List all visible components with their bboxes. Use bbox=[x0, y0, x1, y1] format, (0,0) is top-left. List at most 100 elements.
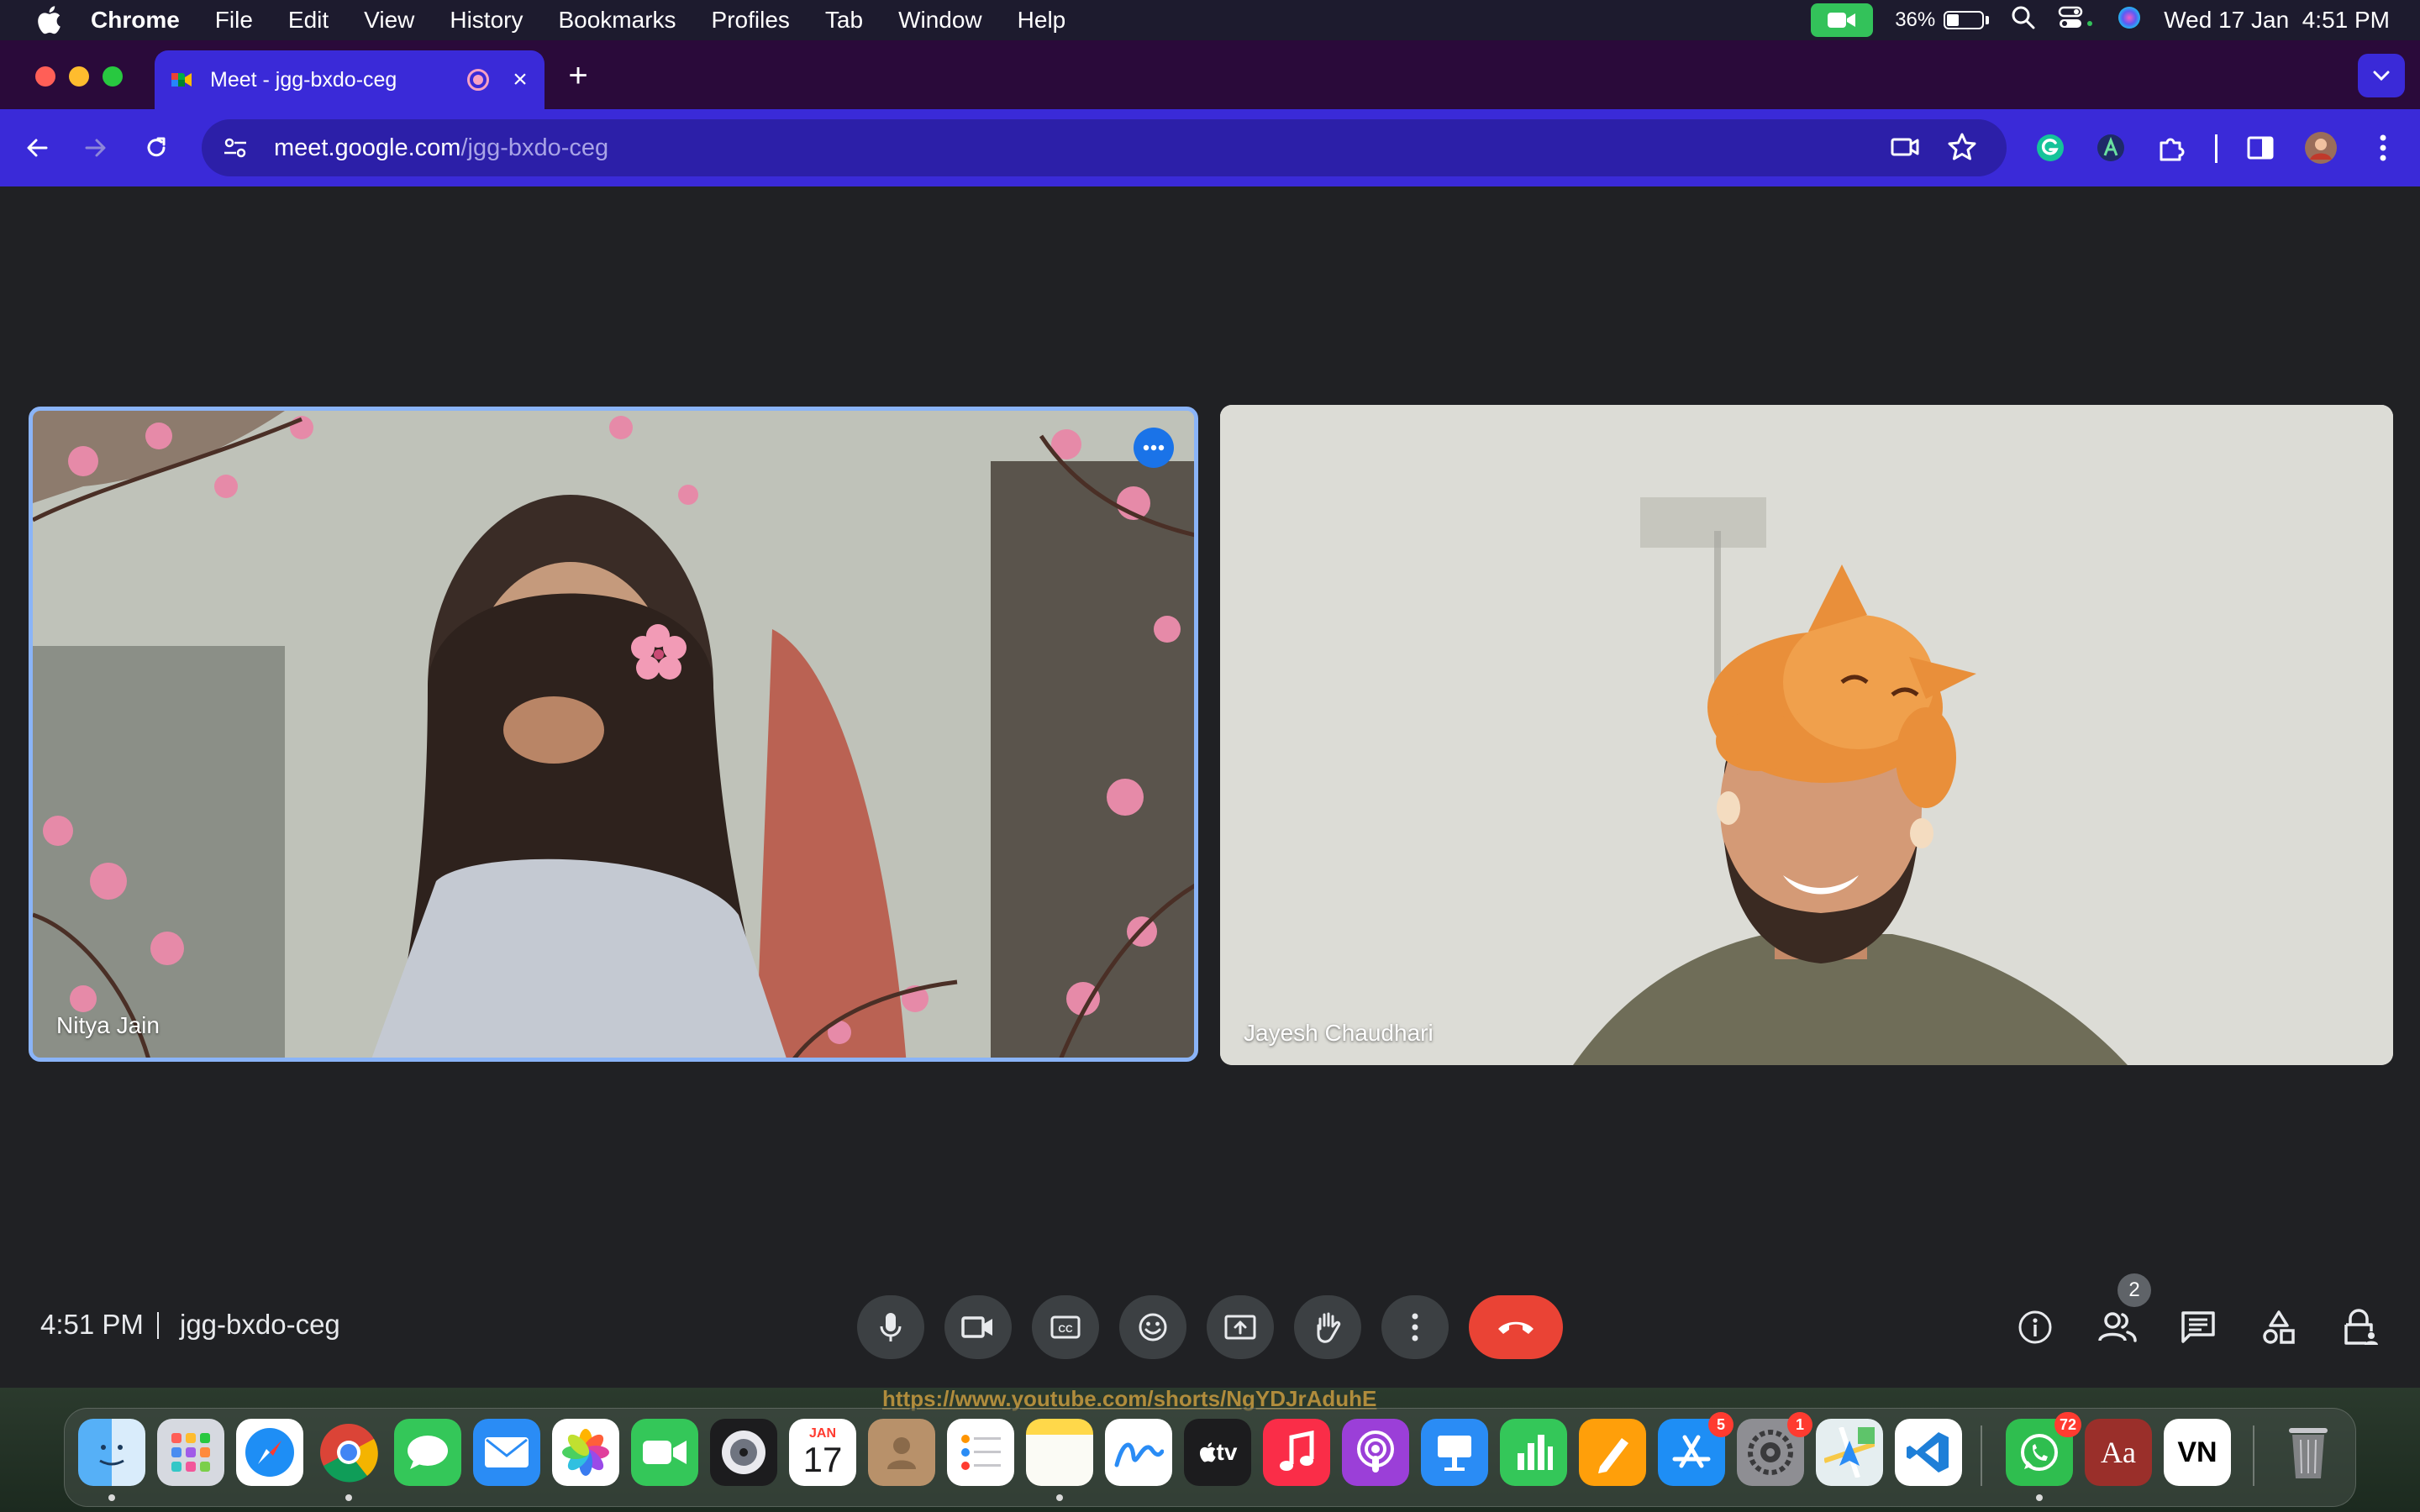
messages-icon[interactable] bbox=[394, 1419, 461, 1486]
battery-status[interactable]: 36% bbox=[1895, 8, 1990, 32]
launchpad-icon[interactable] bbox=[157, 1419, 224, 1486]
control-center-icon[interactable] bbox=[2058, 5, 2095, 36]
present-screen-button[interactable] bbox=[1207, 1295, 1274, 1359]
mail-icon[interactable] bbox=[473, 1419, 540, 1486]
menu-edit[interactable]: Edit bbox=[288, 7, 329, 34]
menu-help[interactable]: Help bbox=[1018, 7, 1066, 34]
participant-name: Jayesh Chaudhari bbox=[1244, 1020, 1434, 1046]
whatsapp-icon[interactable]: 72 bbox=[2006, 1412, 2081, 1501]
reminders-icon[interactable] bbox=[947, 1419, 1014, 1486]
menu-window[interactable]: Window bbox=[898, 7, 982, 34]
trash-icon[interactable] bbox=[2275, 1419, 2342, 1486]
photos-icon[interactable] bbox=[552, 1419, 619, 1486]
extension-a-icon[interactable] bbox=[2092, 129, 2129, 166]
podcasts-icon[interactable] bbox=[1342, 1419, 1409, 1486]
menu-app-chrome[interactable]: Chrome bbox=[91, 7, 180, 34]
menu-history[interactable]: History bbox=[450, 7, 523, 34]
microphone-button[interactable] bbox=[857, 1295, 924, 1359]
meeting-clock: 4:51 PM bbox=[40, 1309, 144, 1340]
facetime-icon[interactable] bbox=[631, 1419, 698, 1486]
pages-icon[interactable] bbox=[1579, 1419, 1646, 1486]
video-feed-jayesh bbox=[1220, 405, 2393, 1065]
tab-meet[interactable]: Meet - jgg-bxdo-ceg × bbox=[155, 50, 544, 109]
menu-tab[interactable]: Tab bbox=[825, 7, 863, 34]
contacts-icon[interactable] bbox=[868, 1419, 935, 1486]
side-panel-icon[interactable] bbox=[2242, 129, 2279, 166]
menu-bookmarks[interactable]: Bookmarks bbox=[558, 7, 676, 34]
video-camera-icon bbox=[961, 1316, 992, 1338]
captions-button[interactable]: CC bbox=[1032, 1295, 1099, 1359]
chat-button[interactable] bbox=[2175, 1304, 2222, 1351]
window-minimize-button[interactable] bbox=[69, 66, 89, 87]
menu-file[interactable]: File bbox=[215, 7, 253, 34]
raise-hand-button[interactable] bbox=[1294, 1295, 1361, 1359]
tile-more-options-icon[interactable] bbox=[1134, 428, 1174, 468]
music-icon[interactable] bbox=[1263, 1419, 1330, 1486]
people-count-badge: 2 bbox=[2118, 1273, 2151, 1307]
apple-menu-icon[interactable] bbox=[32, 6, 66, 34]
activities-shapes-icon bbox=[2263, 1310, 2295, 1344]
camera-button[interactable] bbox=[944, 1295, 1012, 1359]
participant-name: Nitya Jain bbox=[56, 1012, 160, 1038]
chrome-menu-icon[interactable] bbox=[2365, 129, 2402, 166]
reactions-button[interactable] bbox=[1119, 1295, 1186, 1359]
apple-tv-label: tv bbox=[1216, 1439, 1238, 1465]
siri-icon[interactable] bbox=[2117, 5, 2142, 36]
macos-menu-bar: Chrome File Edit View History Bookmarks … bbox=[0, 0, 2420, 40]
participant-tile-jayesh[interactable]: Jayesh Chaudhari bbox=[1220, 405, 2393, 1065]
url-host: meet.google.com bbox=[274, 134, 461, 161]
macos-dock: JAN 17 tv 5 1 72 Aa VN bbox=[64, 1408, 2356, 1507]
tab-close-icon[interactable]: × bbox=[508, 66, 533, 93]
people-button[interactable] bbox=[2094, 1304, 2141, 1351]
emoji-smile-icon bbox=[1139, 1313, 1167, 1341]
apple-tv-icon[interactable]: tv bbox=[1184, 1419, 1251, 1486]
app-store-icon[interactable]: 5 bbox=[1658, 1412, 1733, 1486]
closed-captions-icon: CC bbox=[1050, 1315, 1081, 1339]
battery-percent: 36% bbox=[1895, 8, 1936, 31]
compressor-app-icon[interactable] bbox=[710, 1419, 777, 1486]
spotlight-search-icon[interactable] bbox=[2011, 5, 2036, 36]
google-meet-favicon-icon bbox=[170, 68, 193, 92]
freeform-icon[interactable] bbox=[1105, 1419, 1172, 1486]
maps-icon[interactable] bbox=[1816, 1419, 1883, 1486]
meet-control-bar: 4:51 PM jgg-bxdo-ceg CC 2 bbox=[0, 1270, 2420, 1388]
host-controls-button[interactable] bbox=[2336, 1304, 2383, 1351]
vscode-icon[interactable] bbox=[1895, 1419, 1962, 1486]
leave-call-button[interactable] bbox=[1469, 1295, 1563, 1359]
site-info-tune-icon[interactable] bbox=[218, 136, 252, 160]
system-settings-icon[interactable]: 1 bbox=[1737, 1412, 1812, 1486]
menu-view[interactable]: View bbox=[364, 7, 414, 34]
dictionary-icon[interactable]: Aa bbox=[2085, 1419, 2152, 1486]
new-tab-icon[interactable]: + bbox=[561, 57, 595, 94]
safari-icon[interactable] bbox=[236, 1419, 303, 1486]
chrome-icon[interactable] bbox=[315, 1419, 382, 1501]
forward-arrow-icon[interactable] bbox=[76, 128, 116, 168]
dock-divider bbox=[1981, 1425, 1982, 1486]
window-zoom-button[interactable] bbox=[103, 66, 123, 87]
camera-in-use-icon[interactable] bbox=[1811, 3, 1874, 37]
calendar-icon[interactable]: JAN 17 bbox=[789, 1419, 856, 1486]
profile-avatar[interactable] bbox=[2302, 129, 2339, 166]
participant-tile-nitya[interactable]: Nitya Jain bbox=[29, 407, 1198, 1062]
extensions-puzzle-icon[interactable] bbox=[2153, 129, 2190, 166]
camera-permission-icon[interactable] bbox=[1889, 131, 1921, 170]
bookmark-star-icon[interactable] bbox=[1946, 131, 1978, 170]
meeting-details-button[interactable] bbox=[2012, 1304, 2059, 1351]
address-bar[interactable]: meet.google.com/jgg-bxdo-ceg bbox=[202, 119, 2007, 176]
menu-bar-clock[interactable]: Wed 17 Jan 4:51 PM bbox=[2164, 7, 2390, 34]
notes-icon[interactable] bbox=[1026, 1419, 1093, 1501]
grammarly-extension-icon[interactable] bbox=[2032, 129, 2069, 166]
whatsapp-badge: 72 bbox=[2054, 1412, 2081, 1437]
more-options-button[interactable] bbox=[1381, 1295, 1449, 1359]
tab-search-chevron-icon[interactable] bbox=[2358, 54, 2405, 97]
menu-profiles[interactable]: Profiles bbox=[712, 7, 790, 34]
window-close-button[interactable] bbox=[35, 66, 55, 87]
reload-icon[interactable] bbox=[136, 128, 176, 168]
back-arrow-icon[interactable] bbox=[17, 128, 57, 168]
activities-button[interactable] bbox=[2255, 1304, 2302, 1351]
app-store-badge: 5 bbox=[1708, 1412, 1733, 1437]
keynote-icon[interactable] bbox=[1421, 1419, 1488, 1486]
finder-icon[interactable] bbox=[78, 1419, 145, 1501]
numbers-icon[interactable] bbox=[1500, 1419, 1567, 1486]
vn-editor-icon[interactable]: VN bbox=[2164, 1419, 2231, 1486]
